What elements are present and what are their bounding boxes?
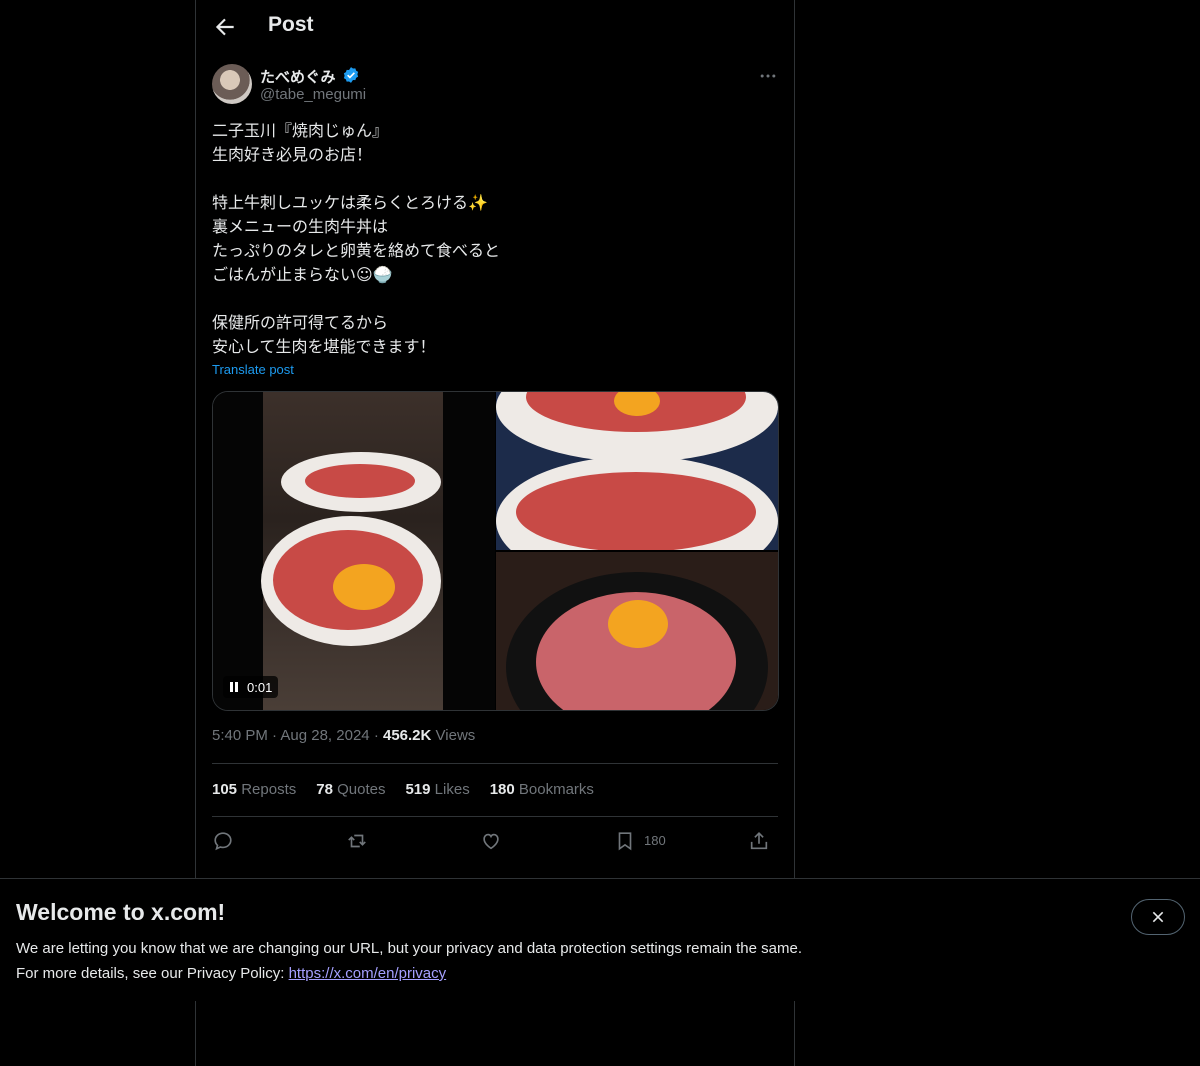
post-text-line: たっぷりのタレと卵黄を絡めて食べると xyxy=(212,241,501,260)
page-title: Post xyxy=(268,13,314,36)
reposts-stat[interactable]: 105 Reposts xyxy=(212,781,296,798)
post-text-line: 特上牛刺しユッケは柔らくとろける✨ xyxy=(212,193,488,212)
action-bar: 180 xyxy=(212,828,778,856)
post-media[interactable]: 0:01 xyxy=(212,391,779,711)
quotes-count: 78 xyxy=(316,781,333,798)
banner-title: Welcome to x.com! xyxy=(16,899,226,925)
post-text: 二子玉川『焼肉じゅん』 生肉好き必見のお店！ 特上牛刺しユッケは柔らくとろける✨… xyxy=(212,119,772,359)
post-time[interactable]: 5:40 PM xyxy=(212,727,268,744)
back-arrow-icon[interactable] xyxy=(212,14,238,40)
close-icon xyxy=(1152,911,1164,923)
reposts-count: 105 xyxy=(212,781,238,798)
likes-label: Likes xyxy=(434,781,470,798)
views-count: 456.2K xyxy=(382,727,432,744)
share-icon[interactable] xyxy=(748,830,770,852)
bookmark-icon[interactable] xyxy=(614,830,636,852)
post-text-line xyxy=(212,287,772,311)
post-text-line: 裏メニューの生肉牛丼は xyxy=(212,217,389,236)
video-player[interactable]: 0:01 xyxy=(213,392,495,710)
post-metadata: 5:40 PM · Aug 28, 2024 · 456.2K Views xyxy=(212,727,475,744)
divider xyxy=(212,763,778,764)
collage-image-top xyxy=(496,392,778,550)
welcome-banner: Welcome to x.com! We are letting you kno… xyxy=(0,878,1200,1001)
post-stats: 105 Reposts 78 Quotes 519 Likes 180 Book… xyxy=(212,781,594,798)
author-handle[interactable]: @tabe_megumi xyxy=(260,86,366,103)
more-options-icon[interactable] xyxy=(758,66,778,86)
header: Post xyxy=(196,0,794,54)
translate-post-link[interactable]: Translate post xyxy=(212,362,294,377)
post-text-line: ごはんが止まらない☺🍚 xyxy=(212,265,393,284)
quotes-stat[interactable]: 78 Quotes xyxy=(316,781,385,798)
meat-image xyxy=(305,464,415,498)
post-text-line: 保健所の許可得てるから xyxy=(212,313,389,332)
quotes-label: Quotes xyxy=(337,781,386,798)
post-text-line: 安心して生肉を堪能できます！ xyxy=(212,337,436,356)
yolk-image xyxy=(333,564,395,610)
separator-dot: · xyxy=(373,727,383,744)
verified-badge-icon xyxy=(343,67,359,83)
like-icon[interactable] xyxy=(480,830,502,852)
collage-image-bottom xyxy=(496,552,778,710)
author-name[interactable]: たべめぐみ xyxy=(260,66,335,87)
banner-body: We are letting you know that we are chan… xyxy=(16,936,802,986)
video-frame xyxy=(261,392,443,710)
bookmark-count: 180 xyxy=(644,833,666,848)
post-date[interactable]: Aug 28, 2024 xyxy=(280,727,369,744)
likes-stat[interactable]: 519 Likes xyxy=(405,781,469,798)
post-author: たべめぐみ @tabe_megumi xyxy=(212,64,778,108)
video-duration: 0:01 xyxy=(247,679,273,695)
bookmarks-count: 180 xyxy=(489,781,515,798)
banner-line-prefix: For more details, see our Privacy Policy… xyxy=(16,965,289,982)
post-text-line: 二子玉川『焼肉じゅん』 xyxy=(212,121,389,140)
views-label: Views xyxy=(435,727,476,744)
divider xyxy=(212,816,778,817)
banner-line: For more details, see our Privacy Policy… xyxy=(16,961,802,986)
reposts-label: Reposts xyxy=(241,781,297,798)
video-controls: 0:01 xyxy=(223,676,279,698)
repost-icon[interactable] xyxy=(346,830,368,852)
post-text-line xyxy=(212,167,772,191)
post-text-line: 生肉好き必見のお店！ xyxy=(212,145,373,164)
yolk-image xyxy=(608,600,668,648)
bookmarks-label: Bookmarks xyxy=(518,781,594,798)
meat-image xyxy=(516,472,756,550)
likes-count: 519 xyxy=(405,781,431,798)
close-banner-button[interactable] xyxy=(1131,899,1185,935)
reply-icon[interactable] xyxy=(212,830,234,852)
privacy-policy-link[interactable]: https://x.com/en/privacy xyxy=(289,965,447,982)
banner-line: We are letting you know that we are chan… xyxy=(16,940,802,957)
pause-icon[interactable] xyxy=(229,682,239,692)
bookmarks-stat[interactable]: 180 Bookmarks xyxy=(490,781,594,798)
avatar[interactable] xyxy=(212,64,252,104)
